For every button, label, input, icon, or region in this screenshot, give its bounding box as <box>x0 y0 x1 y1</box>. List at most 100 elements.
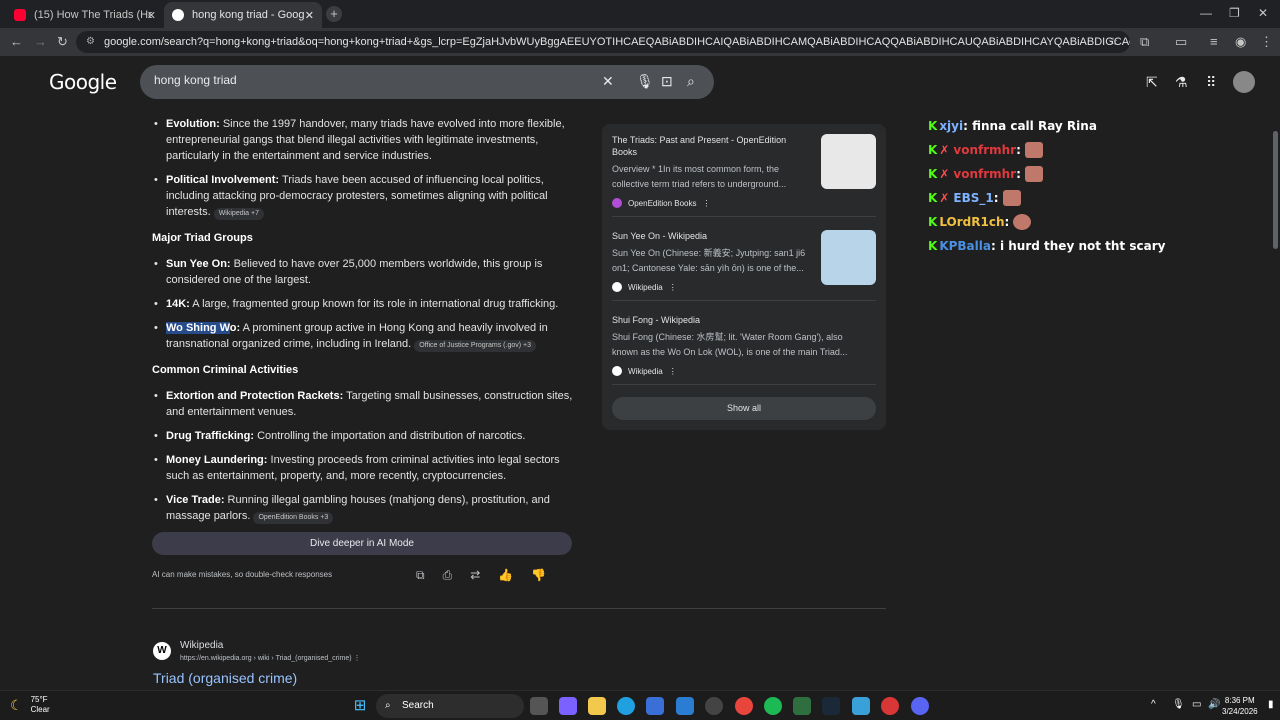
task-view-icon[interactable] <box>530 697 548 715</box>
network-icon[interactable]: ▭ <box>1192 699 1201 710</box>
maximize-icon[interactable]: ❐ <box>1229 6 1240 20</box>
source-chip[interactable]: OpenEdition Books +3 <box>253 512 334 524</box>
store-icon[interactable] <box>646 697 664 715</box>
ai-disclaimer: AI can make mistakes, so double-check re… <box>152 567 582 583</box>
site-info-icon[interactable]: ⚙ <box>86 31 95 53</box>
ai-overview: Evolution: Since the 1997 handover, many… <box>152 116 582 583</box>
selected-text: Wo Shing W <box>166 322 230 334</box>
source-description: Shui Fong (Chinese: 水房幫; lit. 'Water Roo… <box>612 332 848 357</box>
moon-icon: ☾ <box>10 697 23 713</box>
tab-google-search[interactable]: hong kong triad - Google Searc ✕ <box>164 2 322 28</box>
steam-icon[interactable] <box>822 697 840 715</box>
source-card[interactable]: Shui Fong - Wikipedia Shui Fong (Chinese… <box>612 314 876 376</box>
file-explorer-icon[interactable] <box>588 697 606 715</box>
result-title-link[interactable]: Triad (organised crime) <box>153 670 297 686</box>
microphone-icon[interactable]: 🎙 <box>1172 699 1185 710</box>
mail-icon[interactable] <box>676 697 694 715</box>
source-title[interactable]: Shui Fong - Wikipedia <box>612 314 808 326</box>
tab-search-icon[interactable]: ≡ <box>1210 34 1218 49</box>
source-description: Sun Yee On (Chinese: 新義安; Jyutping: san1… <box>612 248 806 273</box>
spotify-icon[interactable] <box>764 697 782 715</box>
notification-icon[interactable]: ▮ <box>1268 699 1274 710</box>
source-thumbnail[interactable] <box>821 134 876 189</box>
taskbar: ☾ 75°F Clear ⊞ ⌕ Search ^ 🎙 ▭ 🔊 8:36 PM 3/2… <box>0 690 1280 720</box>
divider <box>612 384 876 385</box>
share-icon[interactable]: ⇄ <box>470 567 480 583</box>
source-card[interactable]: The Triads: Past and Present - OpenEditi… <box>612 134 876 208</box>
page-scrollbar[interactable] <box>1270 56 1280 690</box>
result-site[interactable]: Wikipedia <box>180 640 223 651</box>
edge-icon[interactable] <box>617 697 635 715</box>
tab-youtube[interactable]: (15) How The Triads (Hong Kon ✕ <box>6 2 164 28</box>
address-bar[interactable]: ⚙ google.com/search?q=hong+kong+triad&oq… <box>76 31 1130 53</box>
profile-icon[interactable]: ◉ <box>1235 34 1246 50</box>
item-text: A large, fragmented group known for its … <box>189 298 559 310</box>
dive-deeper-button[interactable]: Dive deeper in AI Mode <box>152 532 572 555</box>
search-box[interactable]: ✕ 🎙 ⊡ ⌕ <box>140 65 714 99</box>
search-input[interactable] <box>154 73 574 87</box>
scrollbar-thumb[interactable] <box>1273 131 1278 249</box>
source-title[interactable]: The Triads: Past and Present - OpenEditi… <box>612 134 808 158</box>
photos-icon[interactable] <box>852 697 870 715</box>
lens-icon[interactable]: ⊡ <box>661 73 673 90</box>
source-chip[interactable]: Office of Justice Programs (.gov) +3 <box>414 340 536 352</box>
back-icon[interactable]: ← <box>10 34 23 49</box>
browser-toolbar: ← → ↻ ⚙ google.com/search?q=hong+kong+tr… <box>0 28 1280 56</box>
new-tab-button[interactable]: + <box>326 6 342 22</box>
start-icon[interactable]: ⊞ <box>351 697 369 715</box>
apps-grid-icon[interactable]: ⠿ <box>1206 74 1216 91</box>
opera-icon[interactable] <box>881 697 899 715</box>
close-icon[interactable]: ✕ <box>147 9 156 22</box>
export-icon[interactable]: ⎙ <box>443 567 453 583</box>
show-all-button[interactable]: Show all <box>612 397 876 420</box>
volume-icon[interactable]: 🔊 <box>1208 699 1220 710</box>
close-icon[interactable]: ✕ <box>305 9 314 22</box>
google-logo[interactable]: Google <box>49 70 117 94</box>
chrome-icon[interactable] <box>735 697 753 715</box>
copilot-icon[interactable] <box>559 697 577 715</box>
clock-date: 3/24/2026 <box>1222 707 1258 716</box>
taskbar-search[interactable]: ⌕ Search <box>376 694 524 718</box>
copy-icon[interactable]: ⧉ <box>416 567 425 583</box>
url-text: google.com/search?q=hong+kong+triad&oq=h… <box>104 36 1130 48</box>
thumbs-up-icon[interactable]: 👍 <box>498 567 513 583</box>
microphone-icon[interactable]: 🎙 <box>636 73 654 90</box>
close-window-icon[interactable]: ✕ <box>1258 6 1268 20</box>
github-icon[interactable] <box>705 697 723 715</box>
share-icon[interactable]: ⇱ <box>1146 74 1158 91</box>
source-description: Overview * 1In its most common form, the… <box>612 164 787 189</box>
more-icon[interactable]: ⋮ <box>669 367 677 376</box>
thumbs-down-icon[interactable]: 👎 <box>531 567 546 583</box>
reload-icon[interactable]: ↻ <box>57 34 68 50</box>
divider <box>612 300 876 301</box>
more-icon[interactable]: ⋮ <box>354 655 361 662</box>
more-icon[interactable]: ⋮ <box>669 283 677 292</box>
forward-icon[interactable]: → <box>34 34 47 49</box>
source-thumbnail[interactable] <box>821 230 876 285</box>
chevron-up-icon[interactable]: ^ <box>1151 699 1156 710</box>
source-title[interactable]: Sun Yee On - Wikipedia <box>612 230 808 242</box>
source-chip[interactable]: Wikipedia +7 <box>213 208 264 220</box>
labs-icon[interactable]: ⚗ <box>1175 74 1188 91</box>
avatar[interactable] <box>1233 71 1255 93</box>
menu-icon[interactable]: ⋮ <box>1260 34 1273 50</box>
system-clock[interactable]: 8:36 PM 3/24/2026 <box>1222 695 1258 717</box>
more-icon[interactable]: ⋮ <box>703 199 711 208</box>
divider <box>612 216 876 217</box>
search-icon[interactable]: ⌕ <box>687 73 695 90</box>
extensions-icon[interactable]: ⧉ <box>1140 34 1149 50</box>
xbox-icon[interactable] <box>793 697 811 715</box>
discord-icon[interactable] <box>911 697 929 715</box>
clear-icon[interactable]: ✕ <box>602 73 614 90</box>
section-heading: Common Criminal Activities <box>152 364 299 376</box>
bookmark-star-icon[interactable]: ☆ <box>1108 31 1118 53</box>
minimize-icon[interactable]: — <box>1200 6 1212 20</box>
google-icon <box>172 9 184 21</box>
taskbar-search-label: Search <box>402 700 434 711</box>
kick-icon: K <box>928 143 938 157</box>
weather-widget[interactable]: ☾ 75°F Clear <box>10 695 50 715</box>
cast-icon[interactable]: ▭ <box>1175 34 1187 50</box>
youtube-icon <box>14 9 26 21</box>
result-breadcrumb: https://en.wikipedia.org › wiki › Triad_… <box>180 654 361 662</box>
source-card[interactable]: Sun Yee On - Wikipedia Sun Yee On (Chine… <box>612 230 876 292</box>
